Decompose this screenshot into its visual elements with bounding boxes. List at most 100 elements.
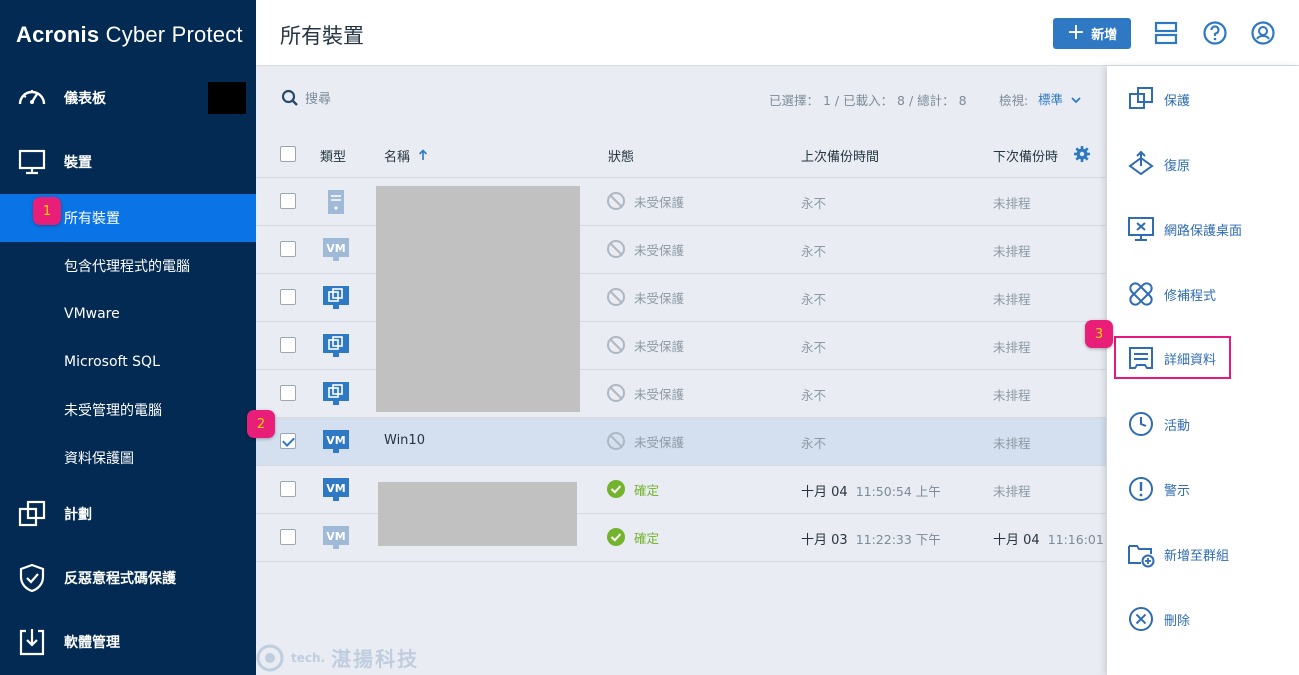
action-details[interactable]: 詳細資料 — [1114, 336, 1231, 379]
last-backup-cell: 十月 03 11:22:33 下午 — [801, 529, 941, 548]
sidebar-subitem-microsoft-sql[interactable]: Microsoft SQL — [0, 338, 256, 386]
svg-text:VM: VM — [326, 482, 345, 495]
action-label: 保護 — [1164, 94, 1191, 109]
action-activities[interactable]: 活動 — [1107, 404, 1299, 444]
sidebar-item-antimalware[interactable]: 反惡意程式碼保護 — [0, 554, 256, 602]
dashboard-icon — [18, 90, 46, 105]
sidebar-item-label: 反惡意程式碼保護 — [64, 571, 176, 587]
action-alerts[interactable]: 警示 — [1107, 469, 1299, 509]
action-patch[interactable]: 修補程式 — [1107, 274, 1299, 314]
action-remote-desktop[interactable]: 網路保護桌面 — [1107, 209, 1299, 249]
sidebar-subitem-vmware[interactable]: VMware — [0, 290, 256, 338]
next-backup-cell: 十月 04 11:16:01 — [993, 529, 1106, 548]
action-protect[interactable]: 保護 — [1107, 79, 1299, 119]
delete-icon — [1129, 607, 1153, 631]
status-cell: 未受保護 — [606, 383, 684, 403]
last-backup-date: 永不 — [801, 436, 827, 451]
not-protected-icon — [607, 432, 625, 450]
action-label: 詳細資料 — [1164, 353, 1217, 368]
actions-panel: 保護 復原 網路保護桌面 修補程式 詳細資料 活動 警示 新增至群組 刪除 — [1107, 66, 1299, 675]
row-checkbox[interactable] — [280, 385, 296, 401]
row-checkbox[interactable] — [280, 241, 296, 257]
vm-icon: VM — [323, 526, 349, 549]
subitem-label: 資料保護圖 — [64, 451, 134, 467]
status-label: 未受保護 — [634, 290, 685, 306]
column-header-last-backup[interactable]: 上次備份時間 — [801, 146, 879, 165]
sidebar-item-plans[interactable]: 計劃 — [0, 490, 256, 538]
next-backup-cell: 未排程 — [993, 385, 1106, 404]
view-select[interactable]: 標準 — [1038, 89, 1081, 108]
sidebar-subitem-unmanaged[interactable]: 未受管理的電腦 — [0, 386, 256, 434]
action-add-to-group[interactable]: 新增至群組 — [1107, 534, 1299, 574]
row-checkbox[interactable] — [280, 529, 296, 545]
subitem-label: 包含代理程式的電腦 — [64, 259, 190, 275]
last-backup-date: 永不 — [801, 292, 827, 307]
sidebar: Acronis Cyber Protect 儀表板 裝置 所有裝置 包含代理程式… — [0, 0, 256, 675]
sidebar-subitem-data-protection-map[interactable]: 資料保護圖 — [0, 434, 256, 482]
next-backup-date: 未排程 — [993, 388, 1031, 403]
help-icon[interactable] — [1202, 20, 1228, 46]
status-label: 未受保護 — [634, 434, 685, 450]
next-backup-date: 未排程 — [993, 340, 1031, 355]
column-header-next-backup[interactable]: 下次備份時 — [993, 146, 1058, 165]
next-backup-date: 未排程 — [993, 244, 1031, 259]
search-input[interactable] — [305, 88, 505, 110]
action-delete[interactable]: 刪除 — [1107, 599, 1299, 639]
vm-icon: VM — [323, 478, 349, 501]
next-backup-time: 11:16:01 — [1047, 532, 1104, 547]
next-backup-date: 未排程 — [993, 196, 1031, 211]
row-checkbox[interactable] — [280, 433, 296, 449]
subitem-label: 未受管理的電腦 — [64, 403, 162, 419]
brand-logo[interactable]: Acronis Cyber Protect — [16, 22, 243, 48]
status-label: 確定 — [634, 482, 660, 498]
svg-text:VM: VM — [326, 434, 345, 447]
view-label: 檢視: — [999, 93, 1029, 108]
search-icon[interactable] — [281, 89, 299, 107]
subitem-label: VMware — [64, 306, 120, 322]
device-name[interactable]: Win10 — [384, 433, 425, 448]
column-header-name[interactable]: 名稱 — [384, 146, 428, 165]
status-label: 未受保護 — [634, 386, 685, 402]
sidebar-item-devices[interactable]: 裝置 — [0, 138, 256, 186]
row-checkbox[interactable] — [280, 289, 296, 305]
layout-toggle-icon[interactable] — [1153, 20, 1179, 46]
column-header-type[interactable]: 類型 — [320, 146, 346, 165]
patch-icon — [1129, 282, 1153, 306]
add-button[interactable]: + 新增 — [1053, 18, 1131, 49]
action-label: 刪除 — [1164, 614, 1191, 629]
chevron-down-icon — [1071, 97, 1081, 104]
top-bar: 所有裝置 + 新增 — [256, 0, 1299, 66]
vm-icon: VM — [323, 430, 349, 453]
status-label: 未受保護 — [634, 194, 685, 210]
add-to-group-icon — [1128, 545, 1155, 568]
last-backup-date: 十月 04 — [801, 485, 848, 500]
gear-icon[interactable] — [1073, 145, 1091, 163]
row-checkbox[interactable] — [280, 337, 296, 353]
sidebar-item-label: 軟體管理 — [64, 635, 120, 651]
sidebar-item-software-management[interactable]: 軟體管理 — [0, 618, 256, 666]
sort-ascending-icon — [419, 149, 428, 160]
action-recover[interactable]: 復原 — [1107, 144, 1299, 184]
redacted-block — [208, 82, 246, 114]
sidebar-subitem-machines-with-agents[interactable]: 包含代理程式的電腦 — [0, 242, 256, 290]
brand-part2: Cyber Protect — [105, 22, 243, 47]
vm-group-icon — [323, 334, 349, 357]
vm-icon: VM — [323, 238, 349, 261]
next-backup-cell: 未排程 — [993, 433, 1106, 452]
next-backup-date: 十月 04 — [993, 533, 1040, 548]
last-backup-date: 永不 — [801, 388, 827, 403]
account-icon[interactable] — [1250, 20, 1276, 46]
alert-icon — [1129, 477, 1153, 501]
annotation-badge-3: 3 — [1085, 320, 1113, 348]
row-checkbox[interactable] — [280, 193, 296, 209]
row-checkbox[interactable] — [280, 481, 296, 497]
next-backup-cell: 未排程 — [993, 289, 1106, 308]
page-title: 所有裝置 — [280, 24, 364, 48]
next-backup-cell: 未排程 — [993, 193, 1106, 212]
table-row[interactable]: VM Win10 未受保護 永不 未排程 — [256, 418, 1106, 466]
server-icon — [328, 190, 344, 214]
select-all-checkbox[interactable] — [280, 146, 296, 162]
software-management-icon — [19, 629, 45, 656]
column-header-status[interactable]: 狀態 — [608, 146, 634, 165]
sidebar-item-label: 儀表板 — [64, 91, 106, 107]
